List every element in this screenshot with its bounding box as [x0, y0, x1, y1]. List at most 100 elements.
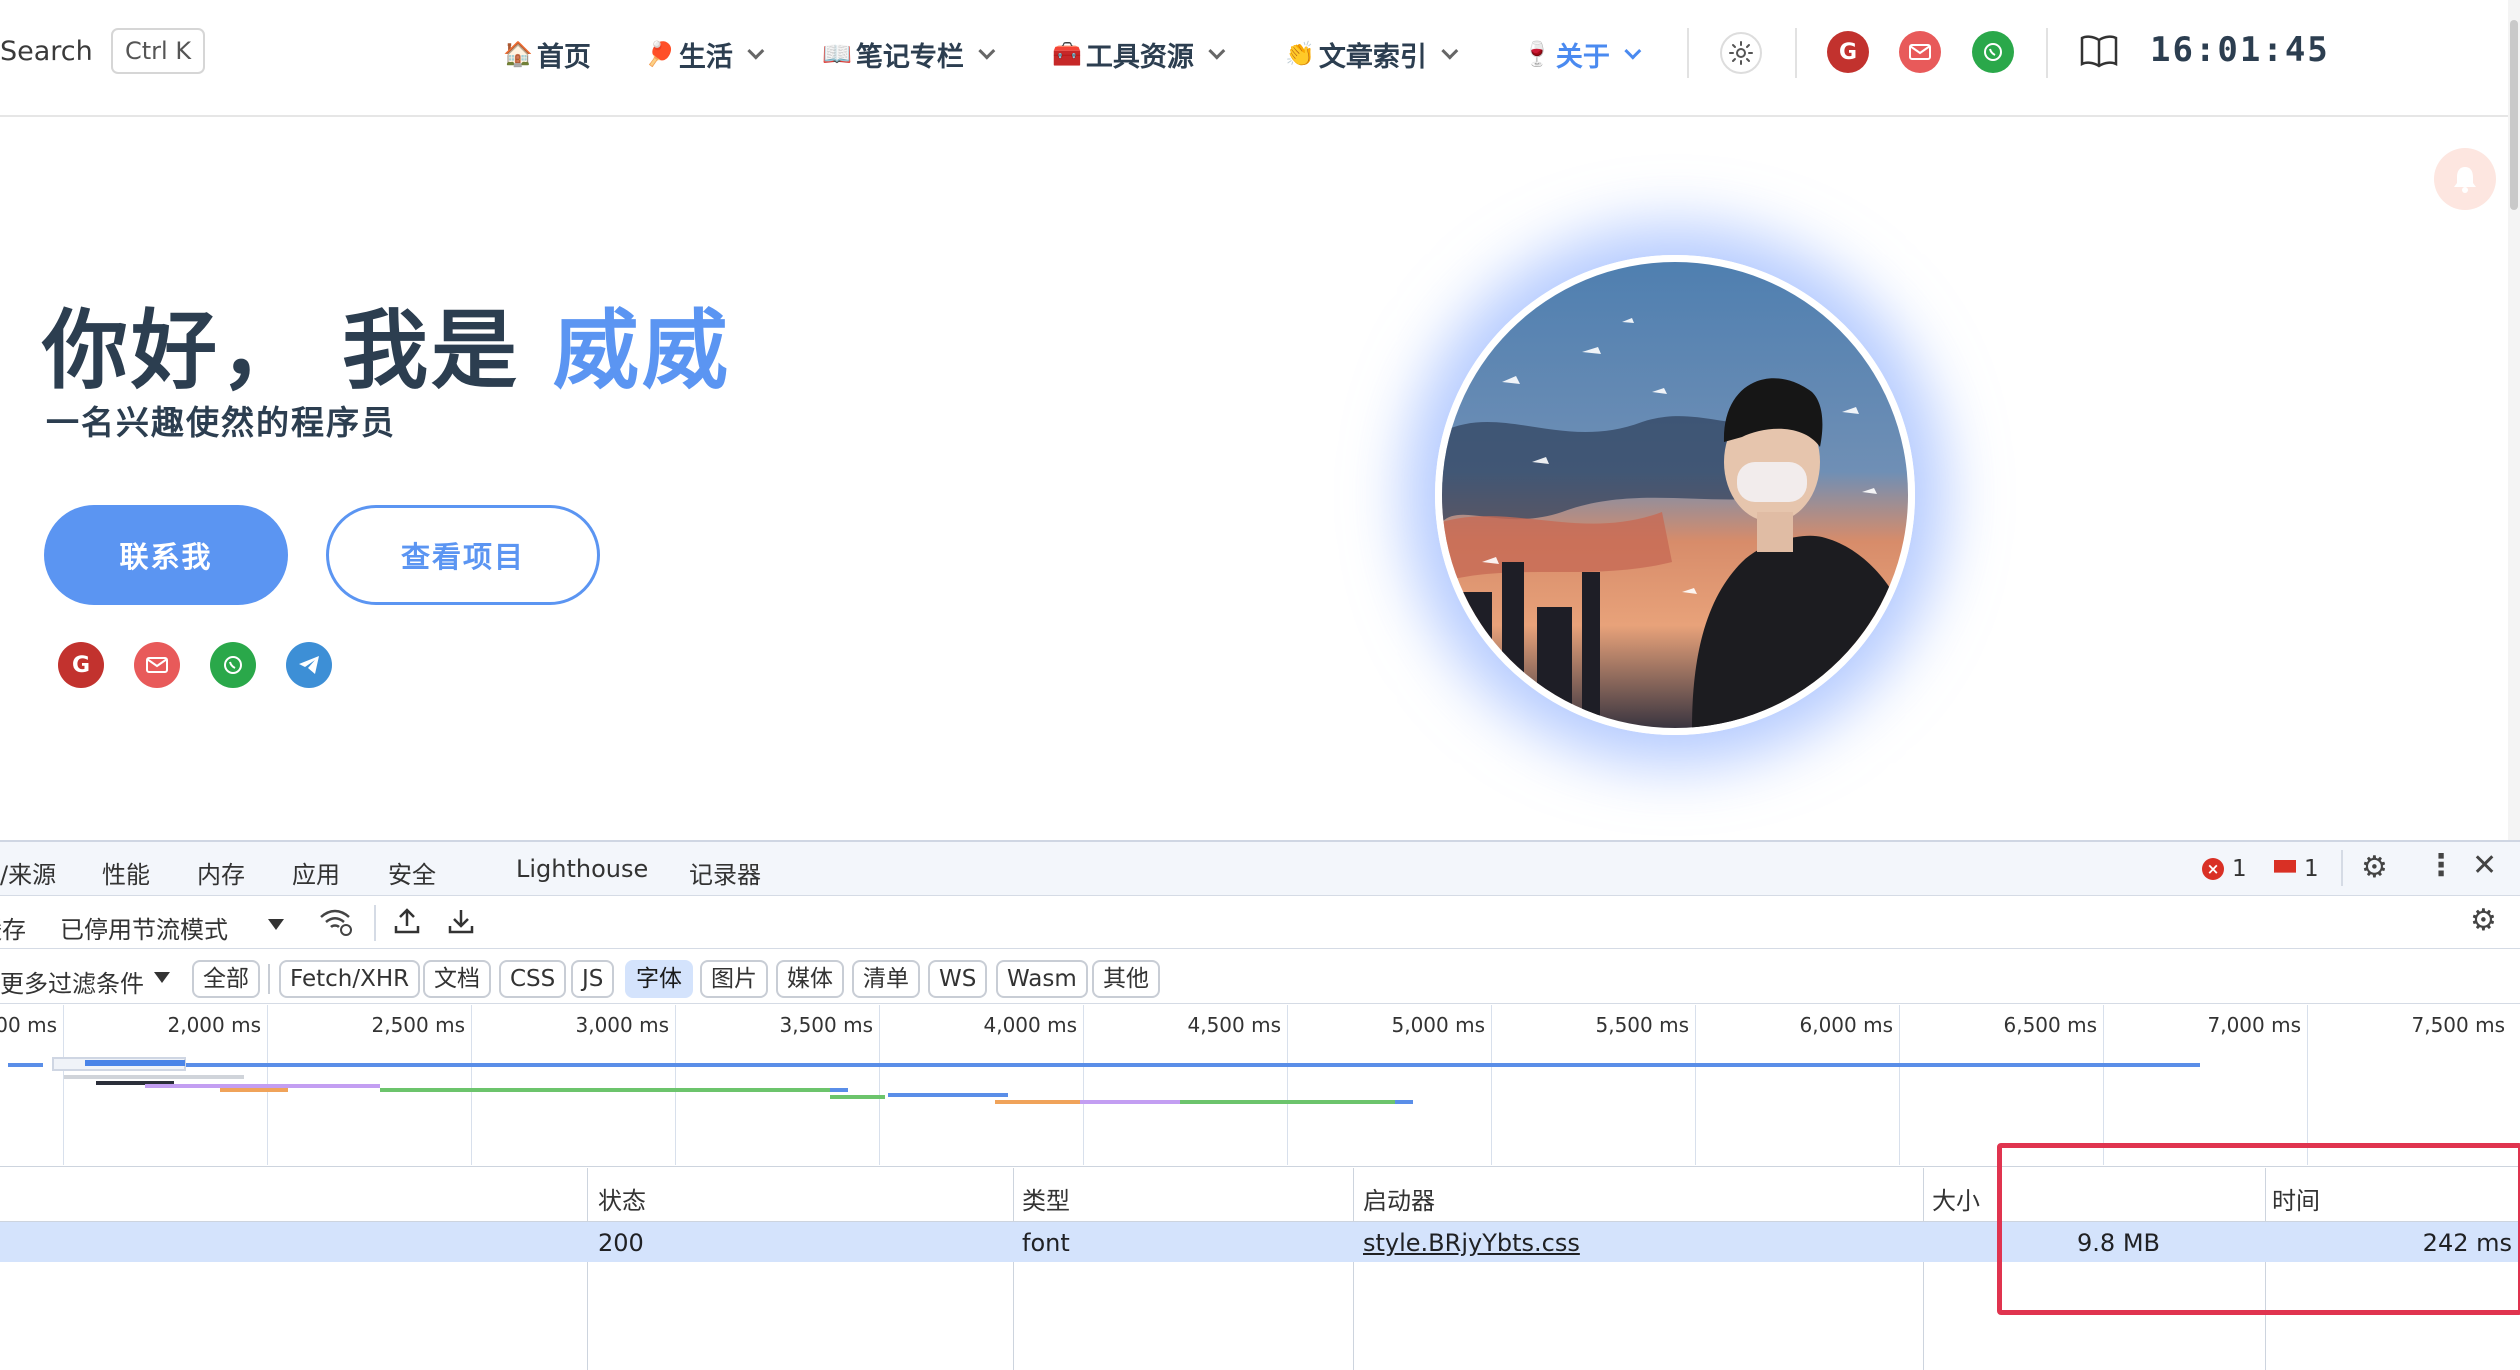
waterfall-bar: [1395, 1100, 1413, 1104]
waterfall-bar: [64, 1075, 244, 1079]
filter-ws[interactable]: WS: [928, 960, 988, 998]
timeline-gridline: [1287, 1005, 1288, 1165]
gitee-icon[interactable]: G: [1827, 31, 1869, 73]
gitee-icon[interactable]: G: [58, 642, 104, 688]
close-devtools-icon[interactable]: ✕: [2472, 848, 2497, 883]
network-toolbar: [0, 897, 2520, 949]
filter-css[interactable]: CSS: [499, 960, 567, 998]
more-filters-dropdown-icon[interactable]: [154, 972, 170, 983]
filter-media[interactable]: 媒体: [776, 960, 844, 998]
throttling-select[interactable]: 已停用节流模式: [60, 910, 228, 945]
notification-button[interactable]: [2434, 148, 2496, 210]
waterfall-bar: [888, 1093, 1008, 1097]
nav-item-notes[interactable]: 📖 笔记专栏: [822, 34, 996, 74]
tab-lighthouse[interactable]: Lighthouse: [516, 855, 648, 883]
nav-item-articles[interactable]: 👏 文章索引: [1285, 34, 1459, 74]
cell-initiator-link[interactable]: style.BRjyYbts.css: [1363, 1229, 1580, 1257]
tab-memory[interactable]: 内存: [197, 855, 245, 890]
waterfall-bar: [380, 1088, 830, 1092]
network-settings-icon[interactable]: ⚙: [2470, 903, 2497, 938]
timeline-tick: 3,000 ms: [575, 1013, 669, 1037]
timeline-gridline: [63, 1005, 64, 1165]
bell-icon: [2454, 167, 2476, 193]
column-header-initiator[interactable]: 启动器: [1363, 1181, 1435, 1216]
wechat-icon[interactable]: [1972, 31, 2014, 73]
mail-icon[interactable]: [1899, 31, 1941, 73]
issue-count-badge[interactable]: 1: [2274, 856, 2319, 882]
nav-item-life[interactable]: 🏓 生活: [645, 34, 765, 74]
throttling-dropdown-icon[interactable]: [268, 919, 284, 930]
column-header-size[interactable]: 大小: [1932, 1181, 1980, 1216]
import-har-icon[interactable]: [392, 906, 422, 940]
sun-icon: [1729, 41, 1753, 65]
filter-other[interactable]: 其他: [1092, 960, 1160, 998]
top-navbar: [0, 0, 2520, 117]
book-icon: 📖: [822, 40, 852, 68]
export-har-icon[interactable]: [446, 906, 476, 940]
settings-gear-icon[interactable]: ⚙: [2361, 850, 2388, 885]
waterfall-bar: [830, 1088, 848, 1092]
wechat-icon[interactable]: [210, 642, 256, 688]
nav-item-label: 文章索引: [1318, 41, 1427, 73]
scrollbar-thumb[interactable]: [2510, 20, 2518, 210]
tab-recorder[interactable]: 记录器: [689, 855, 761, 890]
clap-icon: 👏: [1285, 40, 1315, 68]
book-open-icon[interactable]: [2080, 34, 2118, 72]
waterfall-bar: [186, 1063, 2200, 1067]
nav-item-about[interactable]: 🍷 关于: [1522, 34, 1642, 74]
nav-divider: [2046, 28, 2048, 78]
waterfall-bar: [85, 1060, 185, 1066]
waterfall-bar: [830, 1095, 885, 1099]
toolbar-divider: [374, 905, 376, 941]
timeline-tick: 2,500 ms: [371, 1013, 465, 1037]
avatar-illustration: [1442, 262, 1908, 728]
nav-item-home[interactable]: 🏠 首页: [503, 34, 591, 74]
tab-security[interactable]: 安全: [388, 855, 436, 890]
filter-img[interactable]: 图片: [700, 960, 768, 998]
filter-manifest[interactable]: 清单: [852, 960, 920, 998]
waterfall-bar: [1080, 1100, 1180, 1104]
timeline-gridline: [879, 1005, 880, 1165]
hero-greeting: 你好， 我是: [42, 301, 520, 401]
cell-status: 200: [598, 1229, 644, 1257]
issue-icon: [2274, 860, 2296, 878]
clock: 16:01:45: [2150, 30, 2330, 70]
tab-application[interactable]: 应用: [292, 855, 340, 890]
timeline-tick: 2,000 ms: [167, 1013, 261, 1037]
timeline-gridline: [2307, 1005, 2308, 1165]
timeline-tick: 6,000 ms: [1799, 1013, 1893, 1037]
tab-performance[interactable]: 性能: [102, 855, 150, 890]
column-header-type[interactable]: 类型: [1022, 1181, 1070, 1216]
theme-toggle-button[interactable]: [1720, 32, 1762, 74]
column-divider: [1353, 1168, 1354, 1370]
filter-font[interactable]: 字体: [625, 960, 693, 998]
more-filters-button[interactable]: 更多过滤条件: [0, 964, 144, 999]
filter-wasm[interactable]: Wasm: [996, 960, 1088, 998]
tab-sources[interactable]: /来源: [0, 855, 56, 890]
filter-fetch-xhr[interactable]: Fetch/XHR: [279, 960, 421, 998]
view-projects-button[interactable]: 查看项目: [326, 505, 600, 605]
timeline-tick: 4,500 ms: [1187, 1013, 1281, 1037]
error-count-badge[interactable]: × 1: [2202, 856, 2247, 882]
column-header-status[interactable]: 状态: [598, 1181, 646, 1216]
telegram-icon[interactable]: [286, 642, 332, 688]
column-divider: [587, 1168, 588, 1370]
network-conditions-icon[interactable]: [318, 907, 352, 941]
contact-me-button[interactable]: 联系我: [44, 505, 288, 605]
timeline-tick: 1,500 ms: [0, 1013, 57, 1037]
mail-icon[interactable]: [134, 642, 180, 688]
filter-all[interactable]: 全部: [192, 960, 260, 998]
disable-cache-label[interactable]: 缓存: [0, 910, 26, 945]
nav-item-label: 工具资源: [1085, 41, 1194, 73]
house-icon: 🏠: [503, 40, 533, 68]
filter-js[interactable]: JS: [571, 960, 615, 998]
waterfall-bar: [995, 1100, 1080, 1104]
filter-doc[interactable]: 文档: [423, 960, 491, 998]
search-button-label[interactable]: Search: [0, 36, 93, 67]
more-vertical-icon[interactable]: ⋮: [2426, 848, 2456, 883]
ping-pong-icon: 🏓: [645, 40, 675, 68]
nav-item-tools[interactable]: 🧰 工具资源: [1052, 34, 1226, 74]
timeline-tick: 7,500 ms: [2411, 1013, 2505, 1037]
nav-item-label: 笔记专栏: [855, 41, 964, 73]
search-shortcut-key: Ctrl K: [111, 28, 206, 74]
